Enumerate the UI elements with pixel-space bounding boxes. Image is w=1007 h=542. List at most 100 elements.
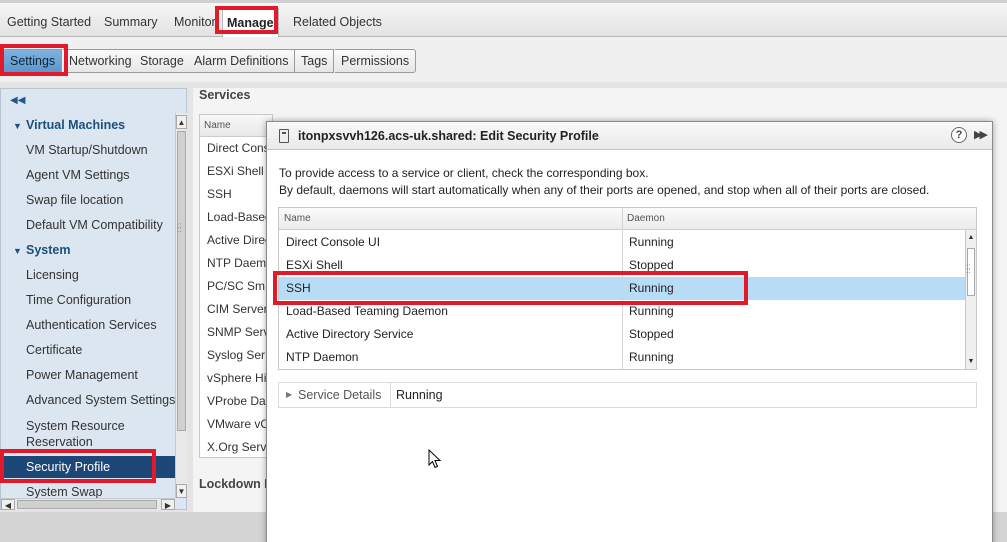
column-header-name[interactable]: Name bbox=[200, 115, 272, 137]
nav-group-system[interactable]: ▼ System bbox=[13, 243, 70, 257]
table-row[interactable]: SNMP Serv bbox=[200, 321, 272, 344]
nav-item-system-swap[interactable]: System Swap bbox=[26, 485, 102, 499]
cell-daemon: Running bbox=[629, 350, 674, 364]
triangle-down-icon: ▼ bbox=[13, 121, 22, 131]
table-row[interactable]: ESXi Shell bbox=[200, 160, 272, 183]
cell-name: NTP Daemon bbox=[286, 350, 359, 364]
services-grid: Name Daemon Direct Console UI Running ES… bbox=[278, 207, 977, 370]
subtab-networking[interactable]: Networking bbox=[63, 49, 139, 73]
scroll-thumb[interactable] bbox=[177, 131, 186, 431]
cell-name: Active Directory Service bbox=[286, 327, 414, 341]
table-row[interactable]: SSH bbox=[200, 183, 272, 206]
tab-monitor[interactable]: Monitor bbox=[170, 12, 220, 34]
double-chevron-left-icon[interactable]: ◀◀ bbox=[10, 95, 25, 106]
panel-splitter-grip[interactable]: :::: bbox=[177, 222, 183, 234]
nav-item-default-vm-compatibility[interactable]: Default VM Compatibility bbox=[26, 218, 163, 232]
tab-related-objects[interactable]: Related Objects bbox=[289, 12, 386, 34]
cell-daemon: Stopped bbox=[629, 327, 674, 341]
nav-item-authentication-services[interactable]: Authentication Services bbox=[26, 318, 157, 332]
scroll-up-icon[interactable]: ▲ bbox=[176, 115, 187, 129]
details-separator bbox=[390, 383, 391, 407]
cell-name: SSH bbox=[286, 281, 311, 295]
dialog-description: To provide access to a service or client… bbox=[279, 166, 649, 180]
service-details-bar[interactable]: ▶ Service Details Running bbox=[278, 382, 977, 408]
triangle-down-icon: ▼ bbox=[13, 246, 22, 256]
services-table: Name Direct Cons ESXi Shell SSH Load-Bas… bbox=[199, 114, 273, 458]
tab-manage[interactable]: Manage bbox=[222, 8, 279, 38]
nav-group-label: Virtual Machines bbox=[26, 118, 126, 132]
table-row[interactable]: Syslog Ser bbox=[200, 344, 272, 367]
nav-horizontal-scrollbar[interactable]: ◀ ▶ bbox=[1, 498, 175, 510]
scroll-down-icon[interactable]: ▼ bbox=[176, 484, 187, 498]
scroll-right-icon[interactable]: ▶ bbox=[161, 499, 175, 510]
column-header-daemon[interactable]: Daemon bbox=[627, 208, 665, 230]
nav-item-time-configuration[interactable]: Time Configuration bbox=[26, 293, 131, 307]
nav-item-certificate[interactable]: Certificate bbox=[26, 343, 82, 357]
nav-item-licensing[interactable]: Licensing bbox=[26, 268, 79, 282]
tab-getting-started[interactable]: Getting Started bbox=[3, 12, 95, 34]
tab-summary[interactable]: Summary bbox=[100, 12, 161, 34]
table-row[interactable]: NTP Daem bbox=[200, 252, 272, 275]
table-row[interactable]: Load-Based Teaming Daemon Running bbox=[279, 300, 965, 323]
scroll-up-icon[interactable]: ▲ bbox=[966, 232, 976, 244]
settings-navigation: ◀◀ ▼ Virtual Machines VM Startup/Shutdown… bbox=[0, 88, 187, 510]
grid-header: Name Daemon bbox=[279, 208, 976, 230]
table-row[interactable]: Direct Cons bbox=[200, 137, 272, 160]
nav-item-power-management[interactable]: Power Management bbox=[26, 368, 138, 382]
grid-vertical-scrollbar[interactable]: ▲ ▼ bbox=[965, 230, 976, 369]
cell-name: ESXi Shell bbox=[286, 258, 343, 272]
table-row[interactable]: CIM Server bbox=[200, 298, 272, 321]
subtab-permissions[interactable]: Permissions bbox=[335, 49, 417, 73]
triangle-right-icon[interactable]: ▶ bbox=[286, 390, 292, 399]
double-chevron-right-icon[interactable]: ▶▶ bbox=[974, 128, 988, 141]
table-row[interactable]: Active Directory Service Stopped bbox=[279, 323, 965, 346]
mouse-pointer-icon bbox=[428, 449, 442, 469]
nav-item-security-profile[interactable]: Security Profile bbox=[1, 456, 175, 478]
subtab-tags[interactable]: Tags bbox=[295, 49, 335, 73]
table-row[interactable]: Load-Based bbox=[200, 206, 272, 229]
cell-daemon: Running bbox=[629, 235, 674, 249]
nav-group-label: System bbox=[26, 243, 71, 257]
nav-item-system-resource-reservation[interactable]: System Resource Reservation bbox=[26, 418, 125, 450]
table-row[interactable]: vSphere Hi bbox=[200, 367, 272, 390]
table-row[interactable]: PC/SC Sm bbox=[200, 275, 272, 298]
nav-item-label-line2: Reservation bbox=[26, 435, 93, 449]
cell-name: Direct Console UI bbox=[286, 235, 381, 249]
table-row[interactable]: NTP Daemon Running bbox=[279, 346, 965, 369]
nav-item-agent-vm-settings[interactable]: Agent VM Settings bbox=[26, 168, 130, 182]
nav-item-swap-file-location[interactable]: Swap file location bbox=[26, 193, 123, 207]
scroll-down-icon[interactable]: ▼ bbox=[966, 356, 976, 368]
cell-daemon: Running bbox=[629, 281, 674, 295]
manage-subtabs-bar: Settings Networking Storage Alarm Defini… bbox=[0, 37, 1007, 82]
cell-daemon: Running bbox=[629, 304, 674, 318]
table-row-selected[interactable]: SSH Running bbox=[279, 277, 965, 300]
cell-daemon: Stopped bbox=[629, 258, 674, 272]
host-icon bbox=[279, 129, 289, 143]
column-header-name[interactable]: Name bbox=[284, 208, 311, 230]
edit-security-profile-dialog: itonpxsvvh126.acs-uk.shared: Edit Securi… bbox=[266, 121, 993, 542]
table-row[interactable]: ESXi Shell Stopped bbox=[279, 254, 965, 277]
scroll-thumb[interactable] bbox=[17, 500, 157, 509]
lockdown-mode-heading: Lockdown M bbox=[199, 477, 275, 491]
nav-item-advanced-system-settings[interactable]: Advanced System Settings bbox=[26, 393, 175, 407]
object-tabs-bar: Getting Started Summary Monitor Manage R… bbox=[0, 0, 1007, 38]
grid-resize-grip[interactable]: :::: bbox=[966, 263, 970, 275]
table-row[interactable]: VMware vC bbox=[200, 413, 272, 436]
help-icon[interactable]: ? bbox=[951, 127, 967, 143]
nav-group-virtual-machines[interactable]: ▼ Virtual Machines bbox=[13, 118, 125, 132]
services-heading: Services bbox=[199, 88, 251, 102]
service-details-label: Service Details bbox=[298, 388, 382, 402]
scroll-left-icon[interactable]: ◀ bbox=[1, 499, 15, 510]
subtab-alarm-definitions[interactable]: Alarm Definitions bbox=[188, 49, 296, 73]
nav-vertical-scrollbar[interactable]: ▲ ▼ bbox=[175, 113, 187, 498]
table-row[interactable]: VProbe Da bbox=[200, 390, 272, 413]
table-row[interactable]: Direct Console UI Running bbox=[279, 231, 965, 254]
dialog-description: By default, daemons will start automatic… bbox=[279, 183, 930, 197]
dialog-title: itonpxsvvh126.acs-uk.shared: Edit Securi… bbox=[298, 129, 599, 143]
service-details-value: Running bbox=[396, 388, 443, 402]
subtab-storage[interactable]: Storage bbox=[134, 49, 191, 73]
table-row[interactable]: Active Direc bbox=[200, 229, 272, 252]
nav-item-vm-startup-shutdown[interactable]: VM Startup/Shutdown bbox=[26, 143, 148, 157]
table-row[interactable]: X.Org Serv bbox=[200, 436, 272, 459]
subtab-settings[interactable]: Settings bbox=[3, 49, 63, 73]
